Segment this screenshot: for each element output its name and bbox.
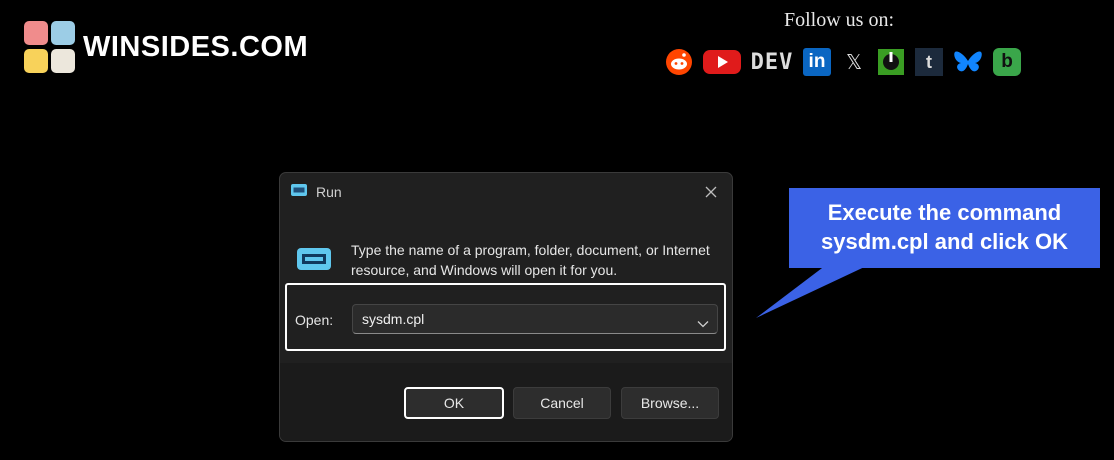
instruction-callout: Execute the command sysdm.cpl and click … bbox=[789, 188, 1100, 268]
callout-text: Execute the command sysdm.cpl and click … bbox=[789, 198, 1100, 256]
callout-line-1: Execute the command bbox=[827, 200, 1062, 225]
callout-line-2: sysdm.cpl and click OK bbox=[821, 229, 1068, 254]
